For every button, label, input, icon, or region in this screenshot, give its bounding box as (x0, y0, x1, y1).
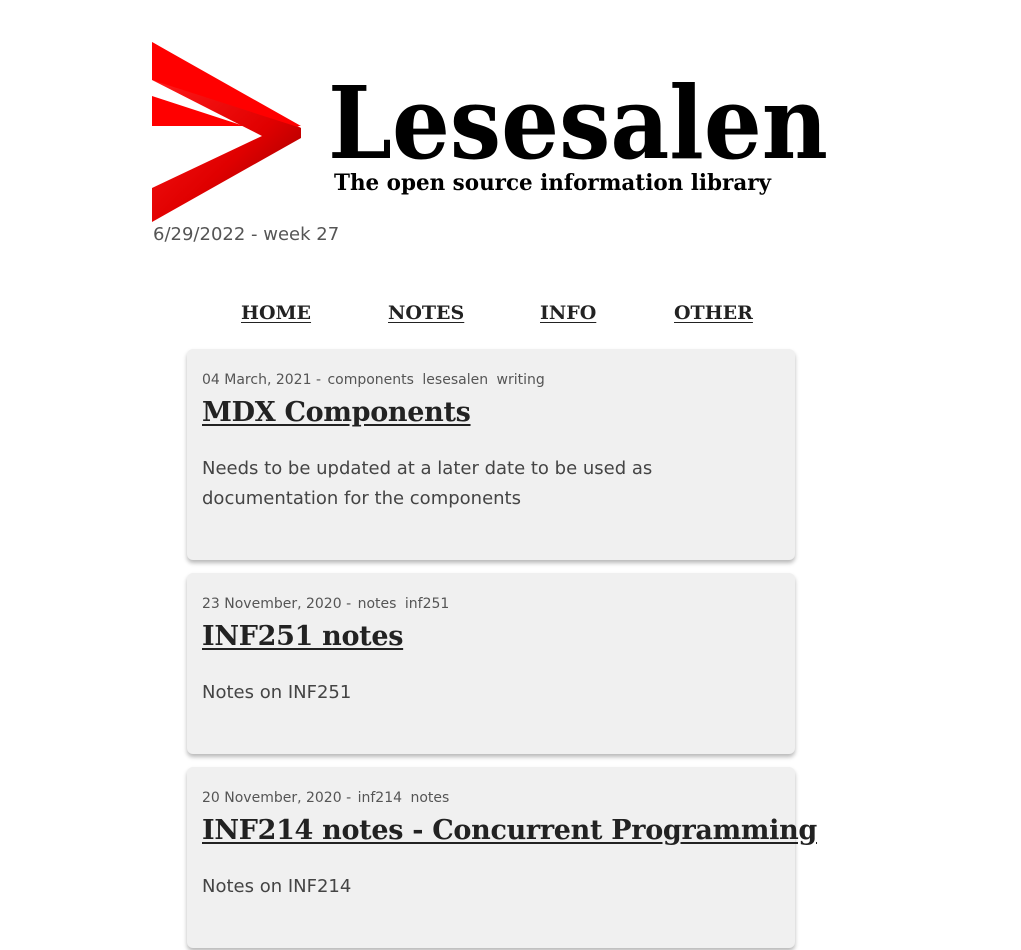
post-date: 23 November, 2020 (202, 596, 342, 612)
nav-home[interactable]: HOME (241, 302, 311, 324)
post-date: 20 November, 2020 (202, 790, 342, 806)
post-tag[interactable]: inf214 (358, 790, 402, 806)
nav-info[interactable]: INFO (540, 302, 596, 324)
brand-name: Lesesalen (328, 64, 828, 182)
current-date-week: 6/29/2022 - week 27 (153, 224, 340, 245)
post-title-link[interactable]: INF251 notes (202, 621, 403, 652)
nav-notes[interactable]: NOTES (388, 302, 464, 324)
post-tag[interactable]: inf251 (405, 596, 449, 612)
post-meta-separator: - (346, 790, 352, 806)
post-date: 04 March, 2021 (202, 372, 312, 388)
post-meta: 04 March, 2021 - components lesesalen wr… (202, 371, 780, 389)
post-card: 20 November, 2020 - inf214 notes INF214 … (187, 767, 817, 948)
post-tag[interactable]: components (327, 372, 414, 388)
main-nav: HOME NOTES INFO OTHER (0, 302, 1021, 332)
lesesalen-logo-icon: Lesesalen The open source information li… (152, 42, 828, 222)
post-tag[interactable]: lesesalen (422, 372, 488, 388)
post-excerpt: Notes on INF251 (202, 682, 352, 703)
post-tag[interactable]: writing (497, 372, 545, 388)
post-title-link[interactable]: MDX Components (202, 397, 471, 428)
post-title-link[interactable]: INF214 notes - Concurrent Programming (202, 815, 817, 846)
post-meta: 20 November, 2020 - inf214 notes (202, 789, 780, 807)
post-excerpt: Needs to be updated at a later date to b… (202, 458, 653, 509)
page: Lesesalen The open source information li… (0, 0, 1021, 950)
post-tag[interactable]: notes (358, 596, 397, 612)
post-meta: 23 November, 2020 - notes inf251 (202, 595, 780, 613)
post-tag[interactable]: notes (410, 790, 449, 806)
post-meta-separator: - (315, 372, 321, 388)
brand-tagline: The open source information library (334, 170, 772, 196)
nav-other[interactable]: OTHER (674, 302, 753, 324)
post-card: 04 March, 2021 - components lesesalen wr… (187, 349, 795, 560)
post-meta-separator: - (346, 596, 352, 612)
post-card: 23 November, 2020 - notes inf251 INF251 … (187, 573, 795, 754)
post-excerpt: Notes on INF214 (202, 876, 352, 897)
site-logo[interactable]: Lesesalen The open source information li… (152, 40, 832, 222)
